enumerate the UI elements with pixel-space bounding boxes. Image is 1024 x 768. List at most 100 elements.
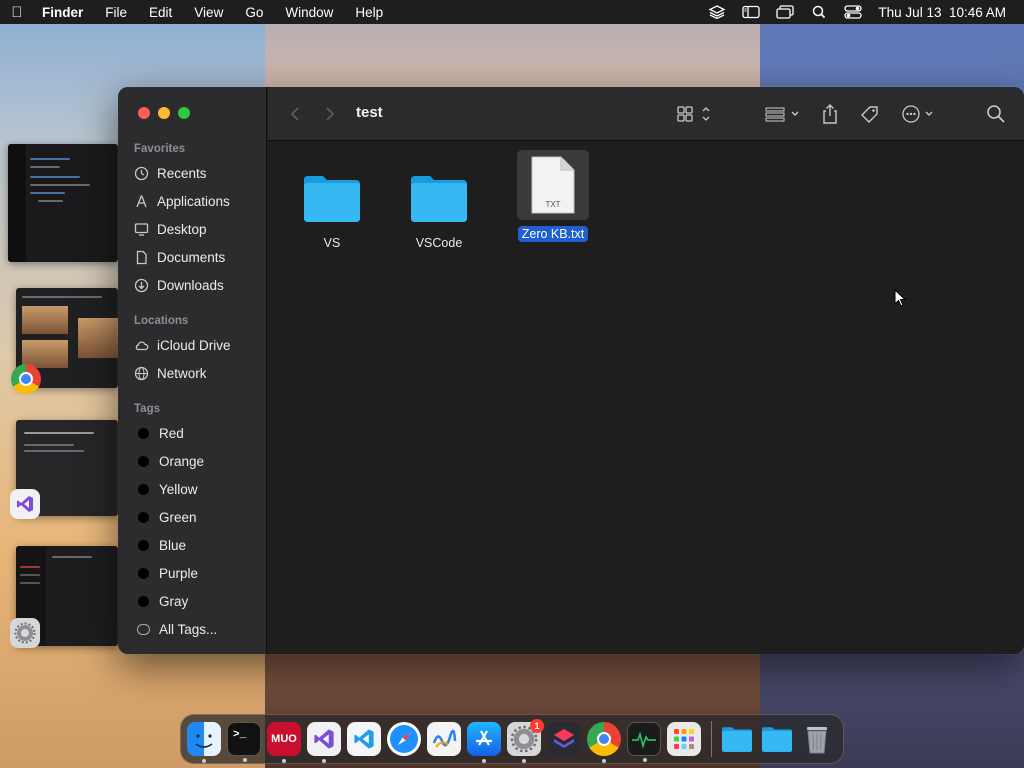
file-name: VS: [323, 236, 341, 250]
spotlight-search-icon[interactable]: [810, 5, 828, 19]
sidebar-item-desktop[interactable]: Desktop: [134, 217, 259, 241]
chrome-icon[interactable]: [11, 364, 41, 394]
apple-logo-icon[interactable]: : [0, 4, 34, 21]
file-name: Zero KB.txt: [517, 226, 589, 242]
sidebar-item-label: Desktop: [157, 221, 207, 237]
close-button[interactable]: [138, 107, 150, 119]
share-button[interactable]: [820, 103, 840, 125]
freeform-icon: [432, 729, 457, 748]
menu-view[interactable]: View: [183, 5, 234, 20]
sidebar-item-label: Recents: [157, 165, 207, 181]
cloud-icon: [134, 338, 149, 353]
dock-folder-stack[interactable]: [720, 722, 754, 756]
trash-icon: [807, 727, 827, 754]
menu-clock[interactable]: Thu Jul 13 10:46 AM: [878, 5, 1006, 20]
menu-file[interactable]: File: [94, 5, 138, 20]
visual-studio-icon[interactable]: [10, 489, 40, 519]
sidebar-tag-gray[interactable]: Gray: [134, 589, 259, 613]
action-menu-button[interactable]: [900, 103, 938, 125]
txt-badge: TXT: [545, 200, 560, 209]
sidebar-tag-blue[interactable]: Blue: [134, 533, 259, 557]
folder-icon: [762, 727, 792, 752]
forward-button[interactable]: [323, 103, 337, 125]
sidebar-header-favorites: Favorites: [134, 143, 186, 155]
dock-shortcuts[interactable]: [547, 722, 581, 756]
search-button[interactable]: [985, 103, 1007, 125]
group-by-button[interactable]: [764, 103, 802, 125]
shortcuts-icon: [554, 729, 574, 748]
dock-chrome[interactable]: [587, 722, 621, 763]
dock-launchpad[interactable]: [667, 722, 701, 756]
dock-app-store[interactable]: [467, 722, 501, 763]
window-title: test: [356, 104, 383, 121]
screen-mirror-icon[interactable]: [776, 5, 795, 19]
menu-window[interactable]: Window: [274, 5, 344, 20]
file-item-vs[interactable]: VS: [287, 170, 377, 251]
control-center-icon[interactable]: [844, 5, 863, 19]
menu-help[interactable]: Help: [344, 5, 394, 20]
folder-icon: [722, 727, 752, 752]
dock-separator: [711, 721, 712, 757]
running-indicator: [602, 759, 606, 763]
safari-icon: [390, 725, 418, 753]
mouse-cursor-icon: [894, 289, 907, 307]
finder-icon: [195, 734, 213, 748]
layers-icon[interactable]: [708, 5, 726, 20]
tag-button[interactable]: [859, 103, 881, 125]
file-item-zero-kb-txt[interactable]: TXT Zero KB.txt: [508, 150, 598, 242]
document-icon: [134, 250, 149, 265]
text-file-icon: TXT: [531, 156, 575, 214]
dock-downloads-stack[interactable]: [760, 722, 794, 756]
sidebar-icon[interactable]: [742, 5, 761, 19]
terminal-icon: >_: [233, 729, 247, 741]
sidebar-all-tags[interactable]: All Tags...: [134, 617, 259, 641]
sidebar-tag-yellow[interactable]: Yellow: [134, 477, 259, 501]
menu-go[interactable]: Go: [234, 5, 274, 20]
sidebar-tag-purple[interactable]: Purple: [134, 561, 259, 585]
sidebar-item-applications[interactable]: Applications: [134, 189, 259, 213]
stage-window-editor[interactable]: [8, 144, 118, 262]
sidebar-item-network[interactable]: Network: [134, 361, 259, 385]
running-indicator: [522, 759, 526, 763]
sidebar-item-label: Documents: [157, 249, 226, 265]
menu-bar:  Finder File Edit View Go Window Help T…: [0, 0, 1024, 24]
zoom-button[interactable]: [178, 107, 190, 119]
more-options-icon: [902, 105, 933, 123]
sidebar-header-locations: Locations: [134, 315, 189, 327]
dock-finder[interactable]: [187, 722, 221, 763]
dock-system-settings[interactable]: 1: [507, 719, 544, 763]
dock-terminal[interactable]: >_: [227, 722, 261, 762]
back-button[interactable]: [288, 103, 302, 125]
sidebar-item-label: Blue: [159, 537, 187, 553]
chrome-icon: [597, 732, 611, 746]
dock-activity-monitor[interactable]: [627, 722, 661, 762]
dock-freeform[interactable]: [427, 722, 461, 756]
sidebar-item-recents[interactable]: Recents: [134, 161, 259, 185]
sidebar-tag-red[interactable]: Red: [134, 421, 259, 445]
desktop-icon: [134, 222, 149, 237]
sidebar-item-downloads[interactable]: Downloads: [134, 273, 259, 297]
running-indicator: [482, 759, 486, 763]
sidebar-item-label: Yellow: [159, 481, 198, 497]
finder-toolbar: test: [268, 87, 1024, 141]
sidebar-tag-orange[interactable]: Orange: [134, 449, 259, 473]
dock-safari[interactable]: [387, 722, 421, 756]
running-indicator: [282, 759, 286, 763]
muo-icon: MUO: [271, 733, 297, 745]
running-indicator: [243, 758, 247, 762]
sidebar-item-documents[interactable]: Documents: [134, 245, 259, 269]
dock-visual-studio[interactable]: [307, 722, 341, 763]
dock-vscode[interactable]: [347, 722, 381, 756]
window-controls: [138, 107, 190, 119]
sidebar-item-label: Green: [159, 509, 197, 525]
view-mode-button[interactable]: [676, 103, 712, 125]
dock-muo[interactable]: MUO: [267, 722, 301, 763]
sidebar-item-icloud-drive[interactable]: iCloud Drive: [134, 333, 259, 357]
menu-app-name[interactable]: Finder: [34, 5, 94, 20]
menu-edit[interactable]: Edit: [138, 5, 183, 20]
dock-trash[interactable]: [800, 722, 834, 756]
sidebar-tag-green[interactable]: Green: [134, 505, 259, 529]
settings-icon[interactable]: [10, 618, 40, 648]
file-item-vscode[interactable]: VSCode: [394, 170, 484, 251]
minimize-button[interactable]: [158, 107, 170, 119]
